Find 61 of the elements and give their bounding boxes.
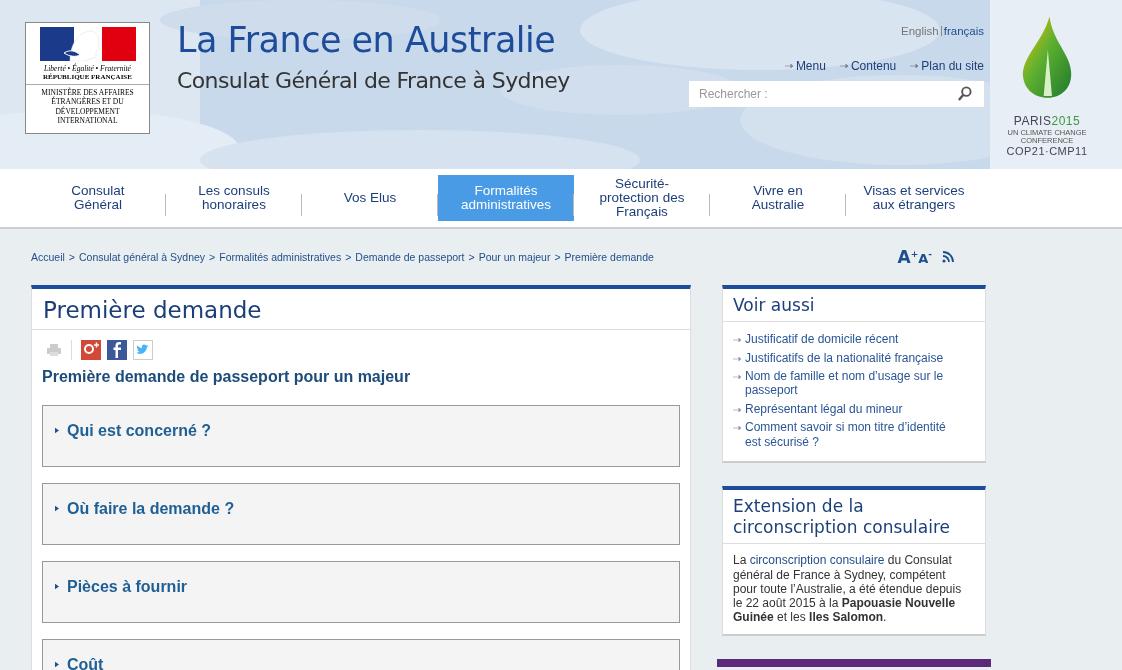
- nav-item[interactable]: Consulat Général: [30, 175, 166, 221]
- rss-icon[interactable]: [942, 251, 954, 263]
- google-plus-icon[interactable]: [81, 340, 101, 360]
- arrow-icon: [733, 374, 742, 381]
- cop-text: COP21·CMP11: [1006, 145, 1088, 157]
- nav-item[interactable]: Visas et services aux étrangers: [846, 175, 982, 221]
- quick-link[interactable]: Contenu: [850, 59, 897, 73]
- breadcrumb-separator: >: [68, 251, 75, 263]
- circonscription-link[interactable]: circonscription consulaire: [749, 553, 885, 568]
- breadcrumb-link[interactable]: Pour un majeur: [478, 251, 551, 263]
- accordion-title: Pièces à fournir: [67, 578, 188, 596]
- breadcrumb-separator: >: [209, 251, 216, 263]
- see-also-link[interactable]: Nom de famille et nom d’usage sur le passeport: [745, 369, 963, 398]
- search-field[interactable]: Rechercher :: [689, 81, 984, 107]
- arrow-icon: [733, 425, 742, 432]
- accordion-section[interactable]: Coût: [42, 639, 680, 670]
- breadcrumb-separator: >: [468, 251, 475, 263]
- see-also-link[interactable]: Représentant légal du mineur: [745, 401, 903, 417]
- breadcrumb-link[interactable]: Formalités administratives: [219, 251, 342, 263]
- breadcrumb-link[interactable]: Première demande: [564, 251, 654, 263]
- nav-item[interactable]: Vos Elus: [302, 175, 438, 221]
- see-also-link[interactable]: Justificatifs de la nationalité française: [745, 350, 944, 366]
- nav-item[interactable]: Les consuls honoraires: [166, 175, 302, 221]
- breadcrumb-link[interactable]: Demande de passeport: [355, 251, 465, 263]
- card-title: Voir aussi: [723, 289, 985, 323]
- arrow-icon: [733, 337, 742, 344]
- breadcrumb-link[interactable]: Accueil: [31, 251, 65, 263]
- accordion-section[interactable]: Où faire la demande ?: [42, 483, 680, 545]
- nav-item[interactable]: Vivre en Australie: [710, 175, 846, 221]
- article-subtitle: Première demande de passeport pour un majeur: [42, 368, 412, 386]
- extension-paragraph: La circonscription consulaire du Consulat général de France à Sydney, compétent pour toute l’Australie, a été étendue depuis le 22 août 2015 à la Papouasie Nouvelle Guinée et les Iles Salomon.: [732, 552, 963, 627]
- see-also-link[interactable]: Comment savoir si mon titre d’identité est sécurisé ?: [745, 420, 963, 449]
- breadcrumb-separator: >: [345, 251, 352, 263]
- arrow-icon: [839, 63, 849, 69]
- see-also-link[interactable]: Justificatif de domicile récent: [745, 332, 899, 347]
- paris-text: PARIS: [1013, 114, 1052, 128]
- arrow-icon: [733, 355, 742, 362]
- marianne-flag-icon: [39, 27, 136, 61]
- breadcrumb-link[interactable]: Consulat général à Sydney: [79, 251, 206, 263]
- accordion-section[interactable]: Qui est concerné ?: [42, 405, 680, 467]
- breadcrumb-separator: >: [554, 251, 561, 263]
- text-size-control[interactable]: A$^{+}$A$^{-}$: [897, 247, 932, 267]
- arrow-icon: [733, 406, 742, 413]
- accordion-title: Où faire la demande ?: [67, 500, 235, 518]
- arrow-icon: [784, 63, 794, 69]
- card-title: Extension de la circonscription consulaire: [723, 490, 985, 545]
- accordion-title: Coût: [67, 656, 104, 670]
- nav-item[interactable]: Sécurité-protection des Français: [574, 175, 710, 221]
- search-icon[interactable]: [957, 86, 972, 101]
- site-title[interactable]: La France en Australie: [177, 20, 570, 60]
- year-text: 2015: [1051, 114, 1081, 128]
- quick-link[interactable]: Menu: [795, 59, 826, 73]
- language-link[interactable]: français: [943, 25, 984, 37]
- language-link[interactable]: English: [901, 25, 939, 37]
- facebook-icon[interactable]: [107, 340, 127, 360]
- arrow-icon: [910, 63, 920, 69]
- accordion-section[interactable]: Pièces à fournir: [42, 561, 680, 623]
- accordion-title: Qui est concerné ?: [67, 422, 212, 440]
- quick-link[interactable]: Plan du site: [921, 59, 984, 73]
- site-subtitle: Consulat Général de France à Sydney: [177, 68, 570, 93]
- article-title: Première demande: [32, 289, 690, 330]
